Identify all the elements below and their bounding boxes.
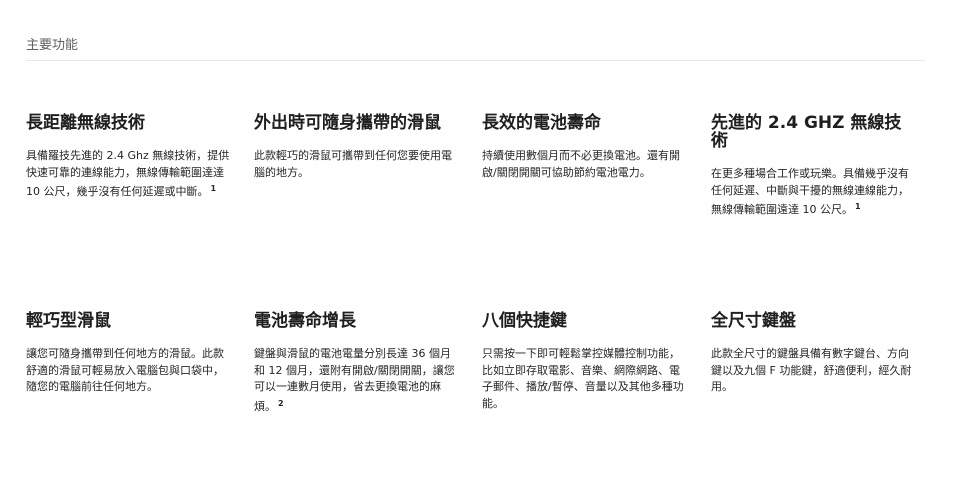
feature-advanced-wireless: 先進的 2.4 GHZ 無線技術 在更多種場合工作或玩樂。具備幾乎沒有任何延遲、… <box>711 114 916 219</box>
feature-description: 持續使用數個月而不必更換電池。還有開啟/關閉開關可協助節約電池電力。 <box>482 149 680 179</box>
feature-description: 此款輕巧的滑鼠可攜帶到任何您要使用電腦的地方。 <box>254 149 452 179</box>
feature-compact-mouse: 輕巧型滑鼠 讓您可隨身攜帶到任何地方的滑鼠。此款舒適的滑鼠可輕易放入電腦包與口袋… <box>26 312 231 396</box>
feature-extended-battery: 電池壽命增長 鍵盤與滑鼠的電池電量分別長達 36 個月和 12 個月，還附有開啟… <box>254 312 459 415</box>
feature-title: 長距離無線技術 <box>26 113 145 133</box>
feature-description: 具備羅技先進的 2.4 Ghz 無線技術，提供快速可靠的連線能力，無線傳輸範圍達… <box>26 149 230 198</box>
footnote-marker[interactable]: 2 <box>278 399 284 408</box>
feature-title: 電池壽命增長 <box>254 311 356 331</box>
feature-description: 只需按一下即可輕鬆掌控媒體控制功能，比如立即存取電影、音樂、網際網路、電子郵件、… <box>482 347 684 410</box>
feature-title: 先進的 2.4 GHZ 無線技術 <box>711 113 902 151</box>
feature-long-range-wireless: 長距離無線技術 具備羅技先進的 2.4 Ghz 無線技術，提供快速可靠的連線能力… <box>26 114 231 201</box>
feature-description: 此款全尺寸的鍵盤具備有數字鍵台、方向鍵以及九個 F 功能鍵，舒適便利，經久耐用。 <box>711 347 912 393</box>
feature-description: 讓您可隨身攜帶到任何地方的滑鼠。此款舒適的滑鼠可輕易放入電腦包與口袋中，隨您的電… <box>26 347 224 393</box>
section-title: 主要功能 <box>26 38 79 53</box>
footnote-marker[interactable]: 1 <box>211 184 217 193</box>
feature-full-size-keyboard: 全尺寸鍵盤 此款全尺寸的鍵盤具備有數字鍵台、方向鍵以及九個 F 功能鍵，舒適便利… <box>711 312 916 396</box>
feature-title: 外出時可隨身攜帶的滑鼠 <box>254 113 441 133</box>
feature-portable-mouse: 外出時可隨身攜帶的滑鼠 此款輕巧的滑鼠可攜帶到任何您要使用電腦的地方。 <box>254 114 459 181</box>
feature-title: 全尺寸鍵盤 <box>711 311 796 331</box>
feature-description: 鍵盤與滑鼠的電池電量分別長達 36 個月和 12 個月，還附有開啟/關閉開關，讓… <box>254 347 455 413</box>
feature-title: 長效的電池壽命 <box>482 113 601 133</box>
feature-description: 在更多種場合工作或玩樂。具備幾乎沒有任何延遲、中斷與干擾的無線連線能力，無線傳輸… <box>711 167 909 216</box>
footnote-marker[interactable]: 1 <box>855 202 861 211</box>
feature-title: 輕巧型滑鼠 <box>26 311 111 331</box>
feature-long-battery-life: 長效的電池壽命 持續使用數個月而不必更換電池。還有開啟/關閉開關可協助節約電池電… <box>482 114 687 181</box>
section-header: 主要功能 <box>26 38 925 61</box>
feature-title: 八個快捷鍵 <box>482 311 567 331</box>
feature-eight-hotkeys: 八個快捷鍵 只需按一下即可輕鬆掌控媒體控制功能，比如立即存取電影、音樂、網際網路… <box>482 312 687 412</box>
